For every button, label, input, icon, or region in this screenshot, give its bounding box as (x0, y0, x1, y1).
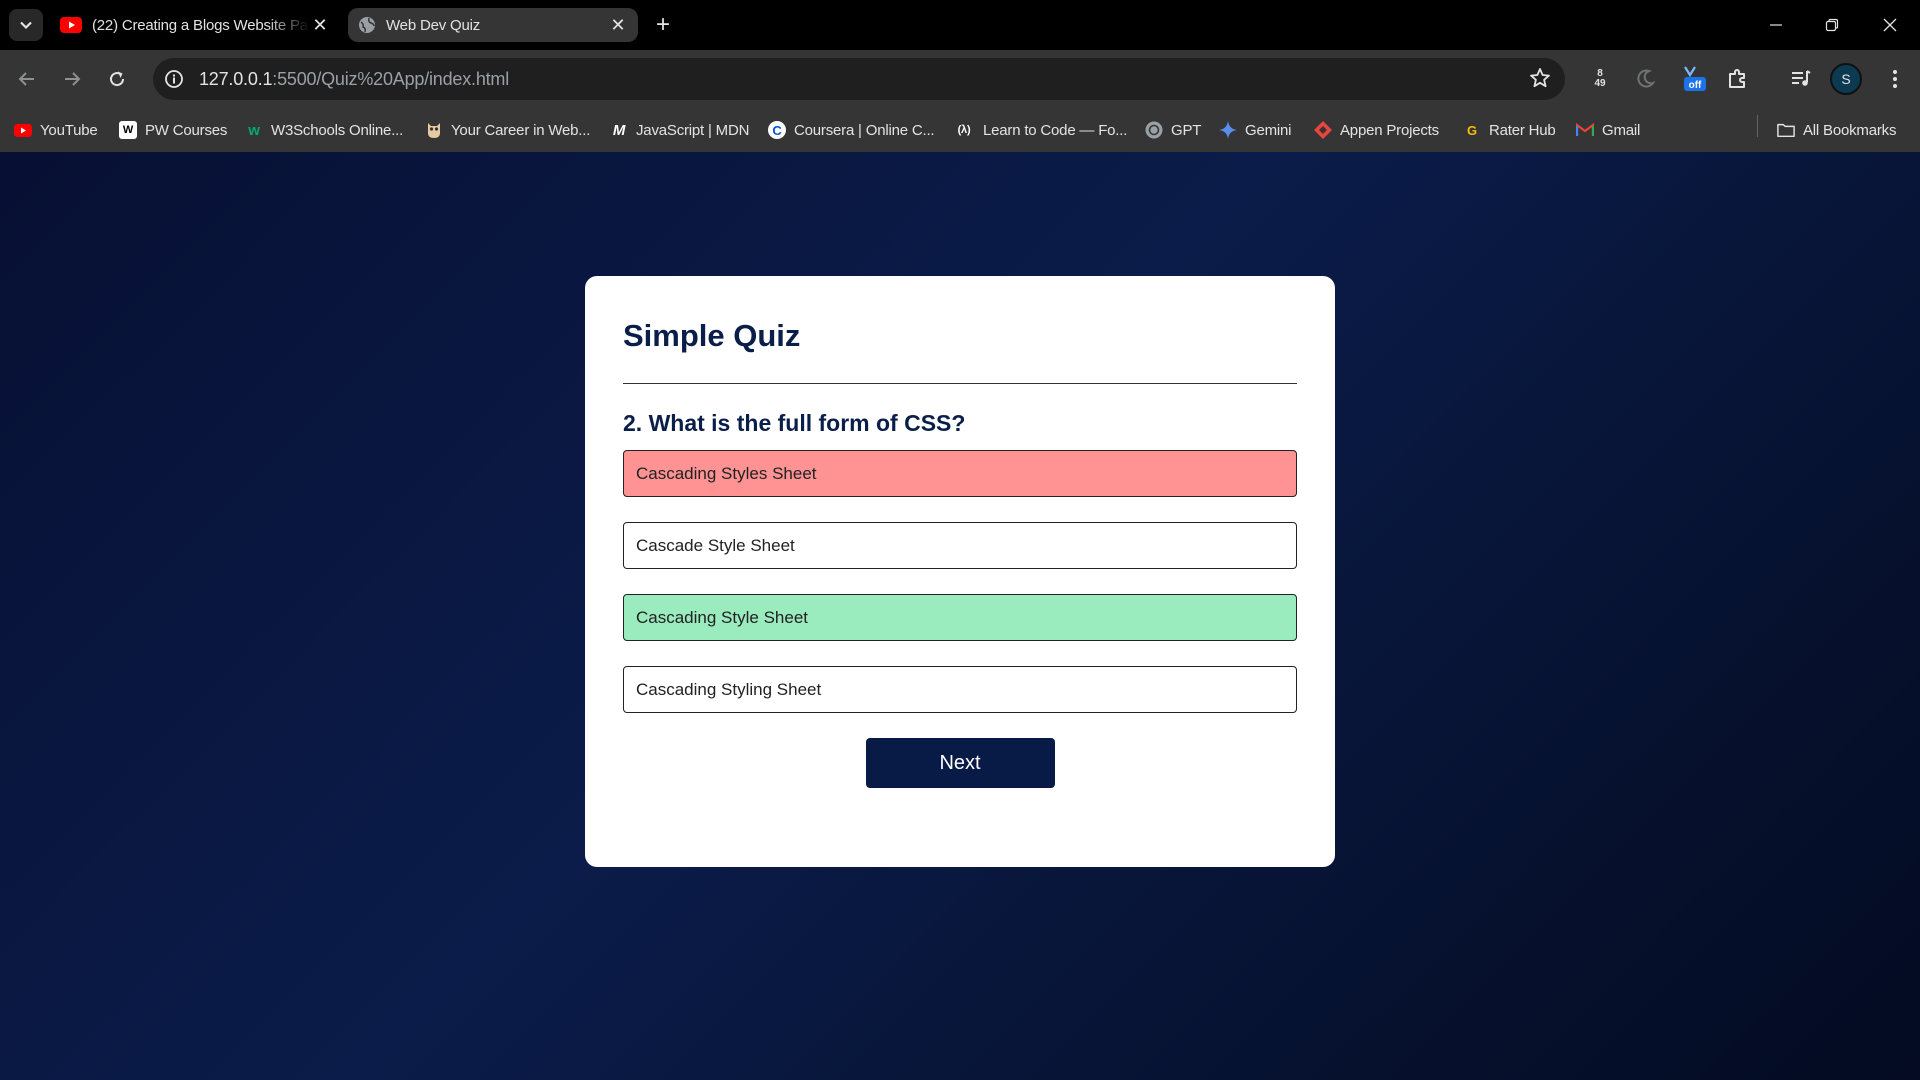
bookmarks-divider (1757, 115, 1758, 137)
reload-icon (110, 71, 125, 87)
chevron-down-icon (20, 21, 32, 30)
minimize-button[interactable] (1748, 0, 1804, 50)
close-tab-icon[interactable]: ✕ (608, 15, 628, 35)
bookmark-pw-courses[interactable]: W PW Courses (119, 116, 227, 144)
restore-icon (1825, 18, 1839, 32)
youtube-icon (60, 17, 82, 33)
tab-title: Web Dev Quiz (386, 16, 481, 34)
appen-icon (1314, 121, 1332, 139)
reload-button[interactable] (100, 62, 134, 96)
pw-icon: W (119, 121, 137, 139)
chatgpt-icon (1145, 121, 1163, 139)
extension-counter-icon[interactable]: 8 49 (1585, 64, 1615, 94)
tab-search-button[interactable] (9, 9, 43, 41)
folder-icon (1777, 121, 1795, 139)
youtube-icon (14, 121, 32, 139)
close-window-button[interactable] (1862, 0, 1918, 50)
browser-toolbar: 127.0.0.1:5500/Quiz%20App/index.html 8 4… (0, 50, 1920, 108)
answer-button-correct[interactable]: Cascading Style Sheet (623, 594, 1297, 641)
svg-text:off: off (1689, 80, 1702, 91)
tab-web-dev-quiz[interactable]: Web Dev Quiz ✕ (348, 8, 638, 42)
answer-list: Cascading Styles Sheet Cascade Style She… (623, 450, 1297, 713)
tab-strip: (22) Creating a Blogs Website Pa ✕ Web D… (0, 0, 1920, 50)
gmail-icon (1576, 121, 1594, 139)
bookmark-star-icon[interactable] (1529, 67, 1551, 94)
bookmark-gmail[interactable]: Gmail (1576, 116, 1640, 144)
bookmark-mdn[interactable]: M JavaScript | MDN (610, 116, 750, 144)
extension-moon-icon[interactable] (1630, 64, 1660, 94)
mdn-icon: M (612, 121, 626, 139)
quiz-card: Simple Quiz 2. What is the full form of … (585, 276, 1335, 867)
plus-icon: + (655, 11, 670, 38)
question-text: 2. What is the full form of CSS? (623, 410, 966, 436)
answer-button-incorrect[interactable]: Cascading Styles Sheet (623, 450, 1297, 497)
forward-button[interactable] (55, 62, 89, 96)
next-button[interactable]: Next (865, 738, 1055, 788)
site-info-icon[interactable] (161, 66, 187, 92)
bookmarks-bar: YouTube W PW Courses w W3Schools Online.… (0, 108, 1920, 152)
page-viewport: Simple Quiz 2. What is the full form of … (0, 152, 1920, 1080)
answer-button[interactable]: Cascade Style Sheet (623, 522, 1297, 569)
minimize-icon (1770, 24, 1782, 26)
restore-button[interactable] (1804, 0, 1860, 50)
owl-icon (425, 121, 443, 139)
extensions-puzzle-icon[interactable] (1723, 64, 1753, 94)
bookmark-gpt[interactable]: GPT (1145, 116, 1201, 144)
tab-youtube[interactable]: (22) Creating a Blogs Website Pa ✕ (50, 8, 340, 42)
arrow-left-icon (18, 72, 34, 86)
gemini-icon (1219, 121, 1237, 139)
bookmark-coursera[interactable]: C Coursera | Online C... (768, 116, 935, 144)
answer-button[interactable]: Cascading Styling Sheet (623, 666, 1297, 713)
media-controls-icon[interactable] (1786, 64, 1816, 94)
tab-title: (22) Creating a Blogs Website Pa (92, 16, 308, 34)
all-bookmarks-button[interactable]: All Bookmarks (1777, 116, 1896, 144)
globe-icon (359, 17, 375, 33)
coursera-icon: C (768, 121, 786, 139)
w3schools-icon: w (248, 121, 260, 139)
bookmark-youtube[interactable]: YouTube (14, 116, 98, 144)
close-tab-icon[interactable]: ✕ (310, 15, 330, 35)
back-button[interactable] (10, 62, 44, 96)
bookmark-appen-projects[interactable]: Appen Projects (1314, 116, 1439, 144)
address-bar[interactable]: 127.0.0.1:5500/Quiz%20App/index.html (153, 58, 1565, 100)
bookmark-freecodecamp[interactable]: (λ) Learn to Code — Fo... (953, 116, 1128, 144)
raterhub-icon: G (1467, 122, 1477, 138)
bookmark-rater-hub[interactable]: G Rater Hub (1463, 116, 1556, 144)
bookmark-gemini[interactable]: Gemini (1219, 116, 1292, 144)
menu-kebab-icon[interactable] (1880, 64, 1910, 94)
bookmark-w3schools[interactable]: w W3Schools Online... (245, 116, 403, 144)
freecodecamp-icon: (λ) (957, 124, 971, 136)
quiz-title: Simple Quiz (623, 314, 1297, 384)
extension-toggle-icon[interactable]: off (1680, 64, 1710, 94)
profile-avatar[interactable]: S (1830, 63, 1862, 95)
close-icon (1883, 18, 1897, 32)
arrow-right-icon (65, 72, 81, 86)
bookmark-your-career[interactable]: Your Career in Web... (425, 116, 590, 144)
url-text: 127.0.0.1:5500/Quiz%20App/index.html (199, 68, 510, 89)
new-tab-button[interactable]: + (648, 10, 678, 40)
